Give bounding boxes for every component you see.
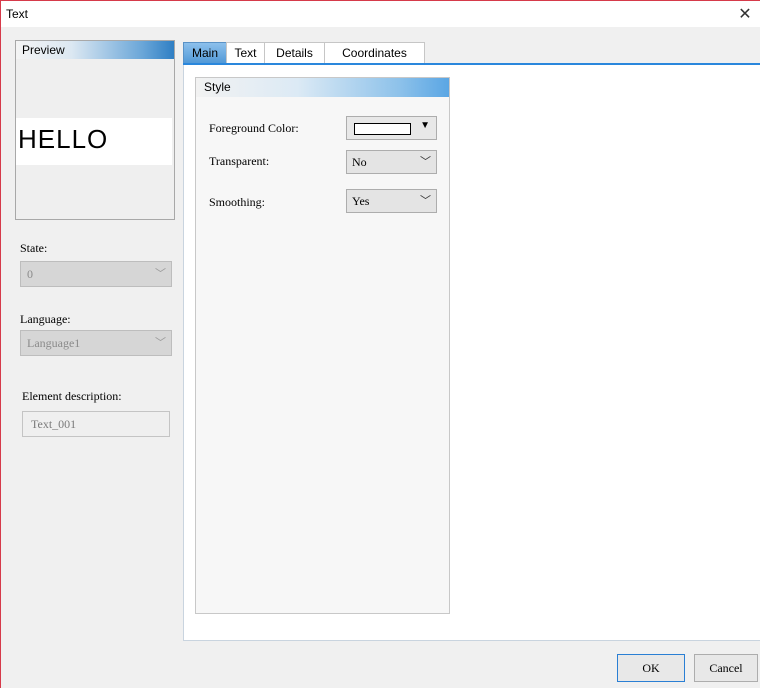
state-select: 0 ﹀ (20, 261, 172, 287)
foreground-color-picker[interactable]: ▼ (346, 116, 437, 140)
window-border-top (0, 0, 760, 1)
preview-panel: Preview HELLO (15, 40, 175, 220)
state-label: State: (20, 241, 48, 255)
chevron-down-icon: ﹀ (420, 156, 431, 168)
transparent-label: Transparent: (209, 154, 270, 168)
description-label: Element description: (22, 389, 122, 403)
style-header: Style (196, 78, 449, 97)
color-swatch (354, 123, 411, 135)
dialog-window: Text ✕ Preview HELLO State: 0 ﹀ Language… (0, 0, 760, 688)
language-label: Language: (20, 312, 71, 326)
chevron-down-icon: ﹀ (420, 195, 431, 207)
tab-text[interactable]: Text (226, 42, 265, 63)
language-value: Language1 (27, 336, 81, 350)
tab-main[interactable]: Main (183, 42, 227, 64)
state-value: 0 (27, 267, 33, 281)
ok-button[interactable]: OK (617, 654, 685, 682)
transparent-value: No (352, 155, 367, 169)
smoothing-label: Smoothing: (209, 195, 266, 209)
transparent-select[interactable]: No ﹀ (346, 150, 437, 174)
description-value: Text_001 (31, 417, 77, 431)
tab-strip-underline (183, 63, 760, 65)
triangle-down-icon: ▼ (420, 120, 430, 131)
chevron-down-icon: ﹀ (155, 268, 166, 280)
tab-coordinates[interactable]: Coordinates (324, 42, 425, 63)
preview-header: Preview (16, 41, 174, 59)
close-icon[interactable]: ✕ (730, 1, 760, 27)
window-border-left (0, 0, 1, 688)
title-bar: Text ✕ (0, 1, 760, 27)
preview-canvas: HELLO (16, 118, 172, 165)
chevron-down-icon: ﹀ (155, 337, 166, 349)
language-select: Language1 ﹀ (20, 330, 172, 356)
window-title: Text (6, 7, 29, 21)
tab-details[interactable]: Details (264, 42, 325, 63)
tab-strip: Main Text Details Coordinates (183, 42, 425, 64)
foreground-color-label: Foreground Color: (209, 121, 299, 135)
preview-sample-text: HELLO (18, 124, 109, 154)
smoothing-value: Yes (352, 194, 370, 208)
cancel-button[interactable]: Cancel (694, 654, 758, 682)
description-field: Text_001 (22, 411, 170, 437)
smoothing-select[interactable]: Yes ﹀ (346, 189, 437, 213)
